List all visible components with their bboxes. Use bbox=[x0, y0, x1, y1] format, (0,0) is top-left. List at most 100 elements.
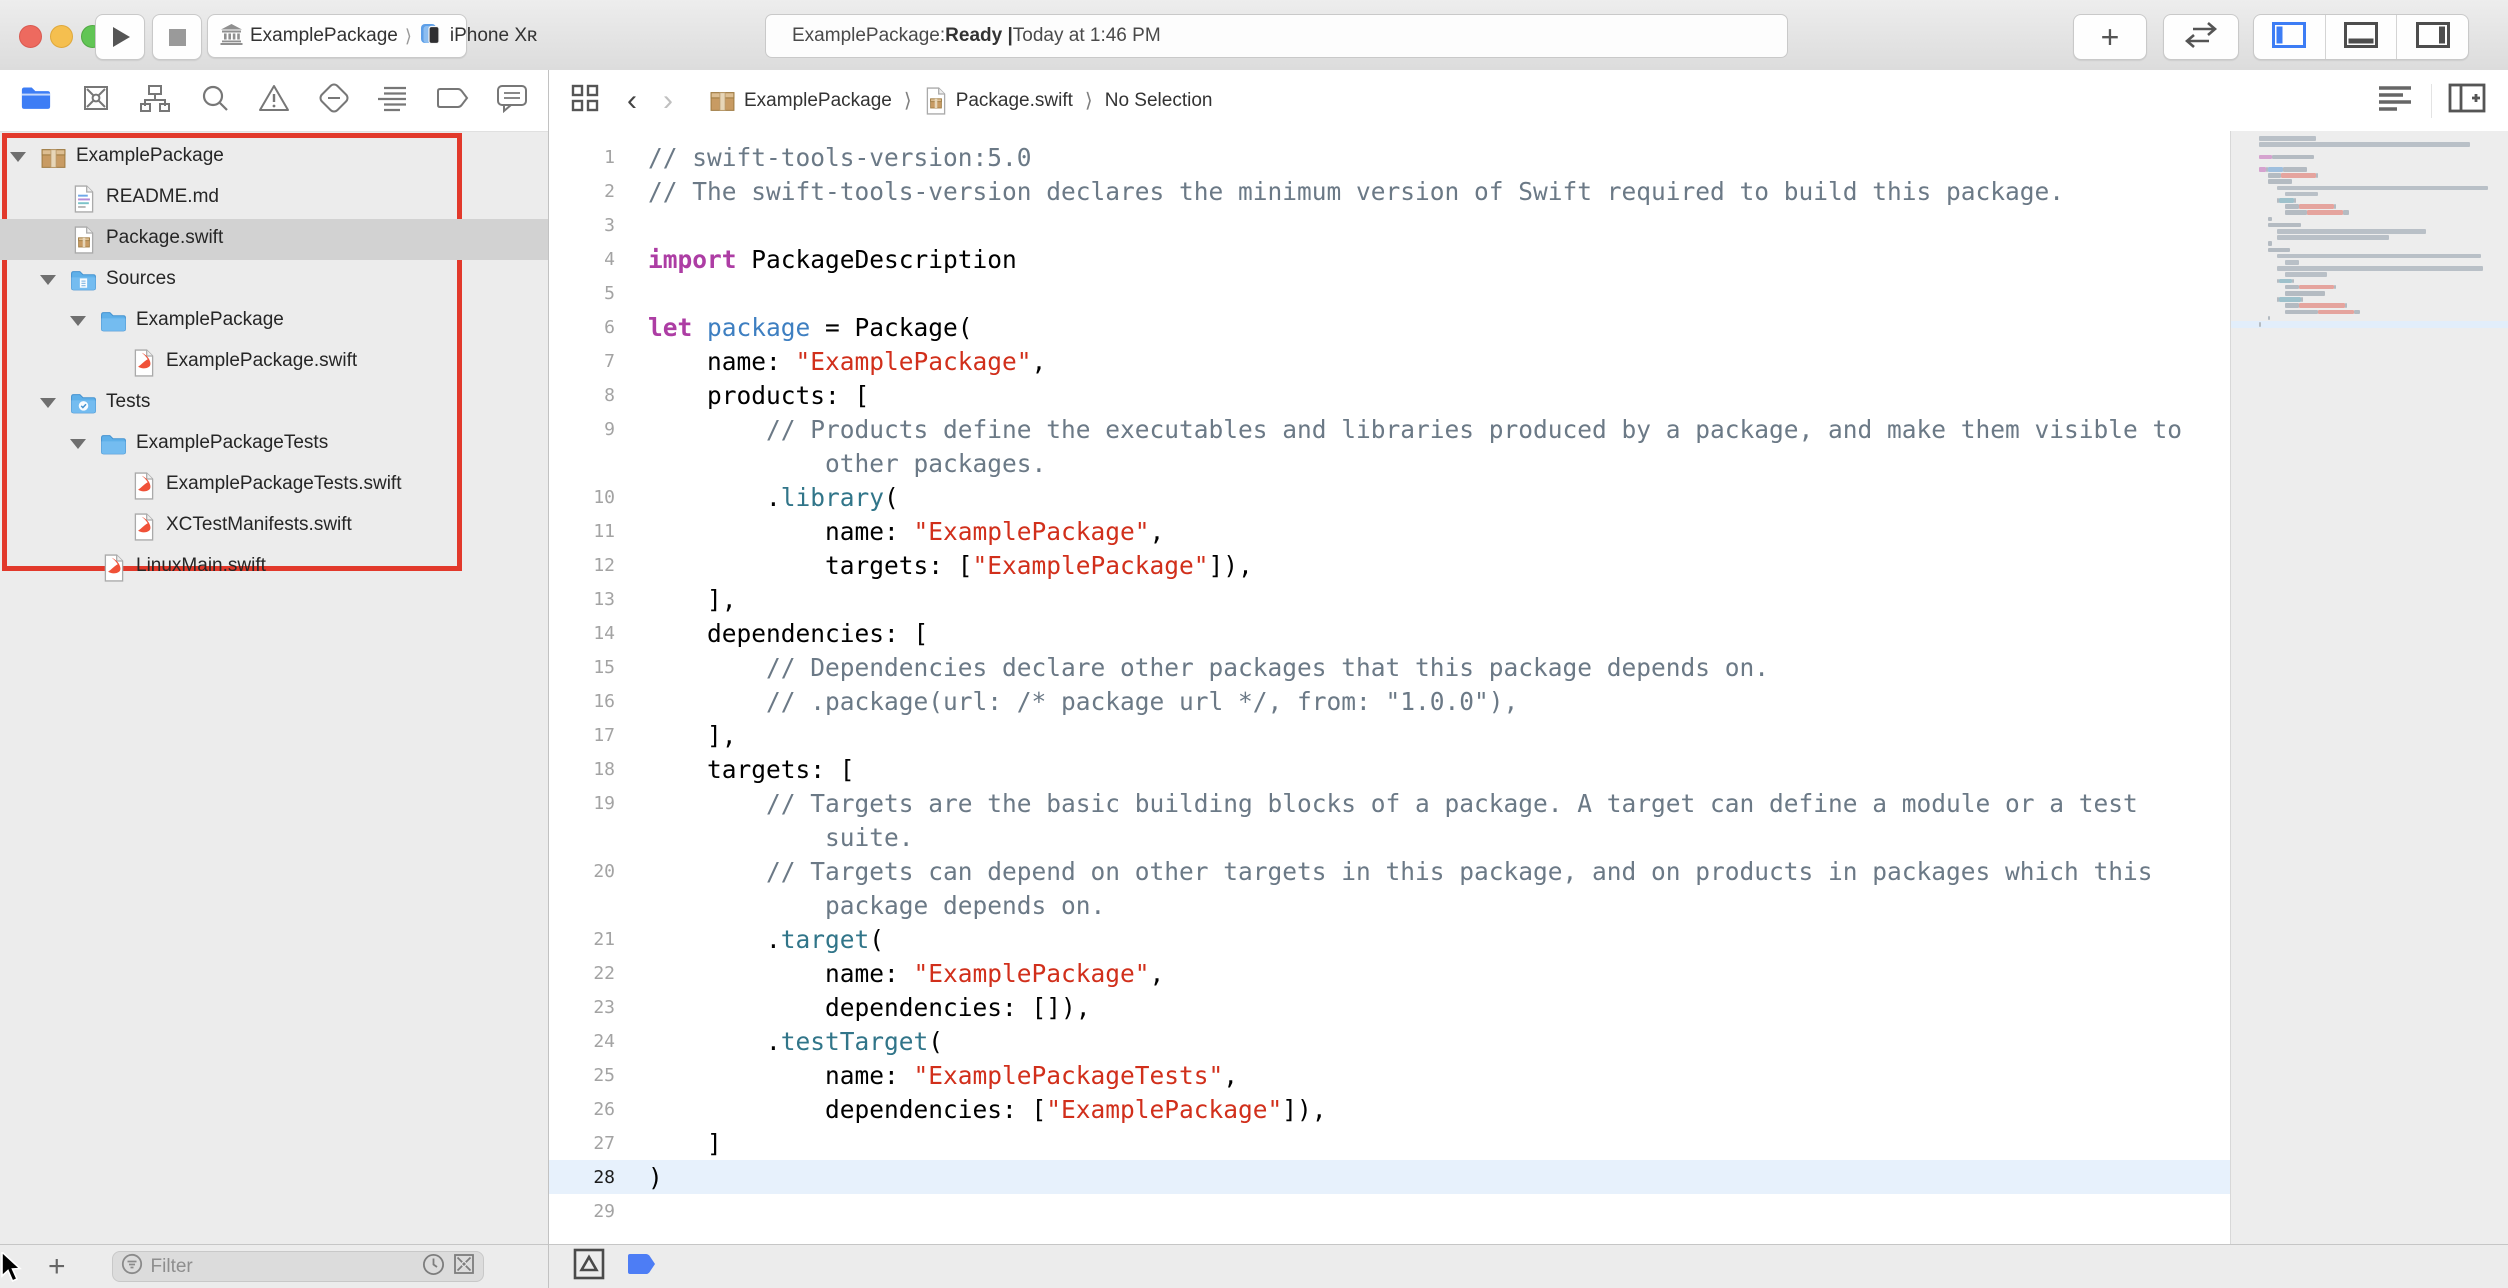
code-line[interactable]: 8 products: [ bbox=[549, 378, 2230, 412]
code-line[interactable]: 21 .target( bbox=[549, 922, 2230, 956]
code-line[interactable]: 3 bbox=[549, 208, 2230, 242]
code-line[interactable]: 1// swift-tools-version:5.0 bbox=[549, 140, 2230, 174]
run-button[interactable] bbox=[95, 14, 145, 60]
tree-row-examplepackage[interactable]: ExamplePackage bbox=[0, 301, 548, 342]
code-line[interactable]: 2// The swift-tools-version declares the… bbox=[549, 174, 2230, 208]
code-line[interactable]: 7 name: "ExamplePackage", bbox=[549, 344, 2230, 378]
navigator-tab-breakpoint-navigator[interactable] bbox=[431, 79, 475, 123]
minimap-line bbox=[2268, 241, 2272, 246]
navigator-tab-project-navigator[interactable] bbox=[14, 79, 58, 123]
code-line[interactable]: 12 targets: ["ExamplePackage"]), bbox=[549, 548, 2230, 582]
tree-row-package-swift[interactable]: Package.swift bbox=[0, 219, 548, 260]
minimap[interactable] bbox=[2230, 131, 2508, 1245]
line-number: 4 bbox=[549, 249, 615, 270]
tree-row-examplepackagetests-swift[interactable]: ExamplePackageTests.swift bbox=[0, 465, 548, 506]
disclosure-triangle-icon[interactable] bbox=[10, 152, 26, 162]
tree-row-tests[interactable]: Tests bbox=[0, 383, 548, 424]
tree-row-sources[interactable]: Sources bbox=[0, 260, 548, 301]
code-line[interactable]: 16 // .package(url: /* package url */, f… bbox=[549, 684, 2230, 718]
toggle-inspector-button[interactable] bbox=[2396, 15, 2468, 59]
code-line[interactable]: 5 bbox=[549, 276, 2230, 310]
add-editor-icon[interactable] bbox=[2448, 83, 2486, 119]
navigator-tab-report-navigator[interactable] bbox=[490, 79, 534, 123]
code-line[interactable]: 20 // Targets can depend on other target… bbox=[549, 854, 2230, 888]
toggle-debug-area-button[interactable] bbox=[2325, 15, 2397, 59]
code-line[interactable]: 14 dependencies: [ bbox=[549, 616, 2230, 650]
code-line[interactable]: 19 // Targets are the basic building blo… bbox=[549, 786, 2230, 820]
code-review-button[interactable] bbox=[2163, 14, 2239, 60]
code-line-current[interactable]: 28) bbox=[549, 1160, 2230, 1194]
breadcrumb-item[interactable]: Package.swift bbox=[924, 87, 1073, 115]
code-line[interactable]: 26 dependencies: ["ExamplePackage"]), bbox=[549, 1092, 2230, 1126]
minimap-line bbox=[2268, 217, 2272, 222]
square-triangle-icon[interactable] bbox=[573, 1248, 605, 1285]
code-line[interactable]: 29 bbox=[549, 1194, 2230, 1228]
minimize-window-button[interactable] bbox=[50, 25, 73, 48]
breadcrumb-item[interactable]: No Selection bbox=[1105, 90, 1213, 112]
close-window-button[interactable] bbox=[19, 25, 42, 48]
code-line[interactable]: other packages. bbox=[549, 446, 2230, 480]
code-line[interactable]: suite. bbox=[549, 820, 2230, 854]
navigator-tab-test-navigator[interactable] bbox=[312, 79, 356, 123]
navigator-tab-source-control-navigator[interactable] bbox=[74, 79, 118, 123]
tree-row-linuxmain-swift[interactable]: LinuxMain.swift bbox=[0, 547, 548, 588]
line-number: 22 bbox=[549, 963, 615, 984]
navigator-tab-symbol-navigator[interactable] bbox=[133, 79, 177, 123]
disclosure-triangle-icon[interactable] bbox=[40, 398, 56, 408]
tree-row-examplepackage[interactable]: ExamplePackage bbox=[0, 137, 548, 178]
tree-row-readme-md[interactable]: README.md bbox=[0, 178, 548, 219]
code-view[interactable]: 1// swift-tools-version:5.02// The swift… bbox=[549, 131, 2230, 1245]
clock-icon[interactable] bbox=[422, 1253, 445, 1281]
code-text: targets: [ bbox=[648, 755, 855, 784]
code-line[interactable]: 15 // Dependencies declare other package… bbox=[549, 650, 2230, 684]
code-line[interactable]: 22 name: "ExamplePackage", bbox=[549, 956, 2230, 990]
back-button[interactable]: ‹ bbox=[627, 84, 637, 118]
changes-filter-icon[interactable] bbox=[453, 1253, 475, 1280]
code-text: import PackageDescription bbox=[648, 245, 1017, 274]
jumpbar-divider bbox=[2431, 84, 2432, 118]
scheme-selector[interactable]: ExamplePackage ⟩ iPhone Xʀ bbox=[207, 14, 467, 58]
folder-sources-icon bbox=[70, 267, 97, 294]
line-number: 21 bbox=[549, 929, 615, 950]
tree-row-examplepackage-swift[interactable]: ExamplePackage.swift bbox=[0, 342, 548, 383]
breakpoint-toggle-icon[interactable] bbox=[627, 1252, 657, 1281]
forward-button[interactable]: › bbox=[663, 84, 673, 118]
search-icon bbox=[200, 83, 230, 118]
breadcrumb-item[interactable]: ExamplePackage bbox=[709, 88, 892, 113]
code-line[interactable]: 23 dependencies: []), bbox=[549, 990, 2230, 1024]
stop-button[interactable] bbox=[152, 14, 202, 60]
disclosure-triangle-icon[interactable] bbox=[70, 316, 86, 326]
code-line[interactable]: 17 ], bbox=[549, 718, 2230, 752]
navigator-tab-debug-navigator[interactable] bbox=[371, 79, 415, 123]
minimap-line bbox=[2285, 303, 2298, 308]
tree-row-examplepackagetests[interactable]: ExamplePackageTests bbox=[0, 424, 548, 465]
code-line[interactable]: 6let package = Package( bbox=[549, 310, 2230, 344]
related-items-icon[interactable] bbox=[571, 84, 599, 118]
add-file-button[interactable]: + bbox=[48, 1250, 66, 1284]
minimap-line bbox=[2268, 167, 2283, 172]
filter-field[interactable]: Filter bbox=[112, 1251, 484, 1282]
code-line[interactable]: 25 name: "ExamplePackageTests", bbox=[549, 1058, 2230, 1092]
code-line[interactable]: package depends on. bbox=[549, 888, 2230, 922]
editor-options-icon[interactable] bbox=[2375, 84, 2415, 118]
code-line[interactable]: 13 ], bbox=[549, 582, 2230, 616]
code-line[interactable]: 18 targets: [ bbox=[549, 752, 2230, 786]
toggle-navigator-button[interactable] bbox=[2254, 15, 2325, 59]
code-line[interactable]: 4 import PackageDescription bbox=[549, 242, 2230, 276]
source-editor[interactable]: 1// swift-tools-version:5.02// The swift… bbox=[549, 131, 2508, 1245]
disclosure-triangle-icon[interactable] bbox=[40, 275, 56, 285]
code-line[interactable]: 11 name: "ExamplePackage", bbox=[549, 514, 2230, 548]
code-line[interactable]: 24 .testTarget( bbox=[549, 1024, 2230, 1058]
code-line[interactable]: 9 // Products define the executables and… bbox=[549, 412, 2230, 446]
disclosure-triangle-icon[interactable] bbox=[70, 439, 86, 449]
navigator-tab-issue-navigator[interactable] bbox=[252, 79, 296, 123]
code-line[interactable]: 10 .library( bbox=[549, 480, 2230, 514]
library-add-button[interactable]: + bbox=[2073, 14, 2147, 60]
tree-row-xctestmanifests-swift[interactable]: XCTestManifests.swift bbox=[0, 506, 548, 547]
code-line[interactable]: 27 ] bbox=[549, 1126, 2230, 1160]
diamond-icon bbox=[318, 82, 350, 119]
code-text: // swift-tools-version:5.0 bbox=[648, 143, 1032, 172]
tree-item-label: ExamplePackage bbox=[136, 309, 284, 331]
navigator-tab-find-navigator[interactable] bbox=[193, 79, 237, 123]
breadcrumb-label: ExamplePackage bbox=[744, 90, 892, 112]
